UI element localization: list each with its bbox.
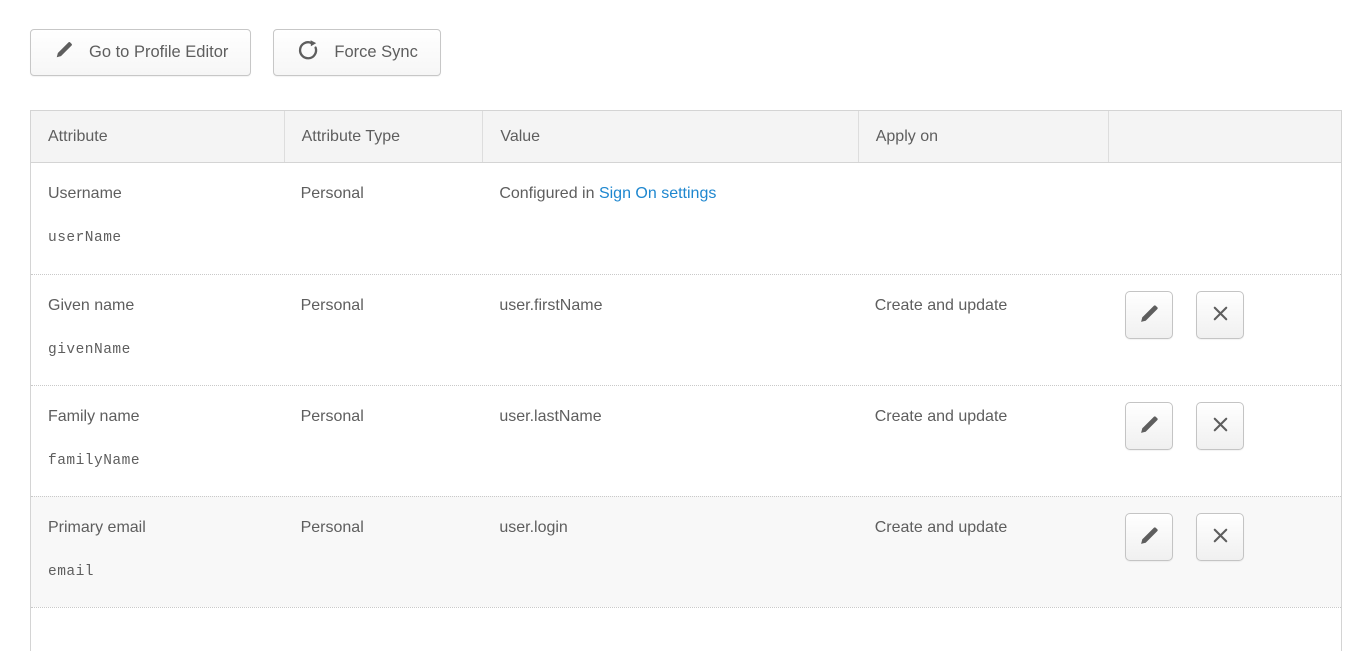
value-cell: user.lastName xyxy=(482,386,857,496)
header-value: Value xyxy=(482,111,857,162)
pencil-icon xyxy=(1137,524,1161,551)
attribute-type-cell: Personal xyxy=(284,275,483,385)
force-sync-label: Force Sync xyxy=(334,43,417,62)
actions-cell xyxy=(1108,386,1341,496)
value-cell: Configured in Sign On settings xyxy=(482,163,857,274)
apply-on-cell xyxy=(858,163,1109,274)
sign-on-settings-link[interactable]: Sign On settings xyxy=(599,185,716,202)
header-apply-on: Apply on xyxy=(858,111,1109,162)
apply-on-cell: Create and update xyxy=(858,275,1109,385)
attribute-cell: Given name givenName xyxy=(31,275,284,385)
header-attribute: Attribute xyxy=(31,111,284,162)
x-icon xyxy=(1209,302,1232,328)
go-to-profile-editor-label: Go to Profile Editor xyxy=(89,43,228,62)
value-prefix: Configured in xyxy=(499,185,599,202)
actions-cell xyxy=(1108,497,1341,607)
header-attribute-type: Attribute Type xyxy=(284,111,483,162)
go-to-profile-editor-button[interactable]: Go to Profile Editor xyxy=(30,29,251,76)
pencil-icon xyxy=(53,39,75,66)
delete-attribute-button[interactable] xyxy=(1196,513,1244,561)
attribute-cell: Family name familyName xyxy=(31,386,284,496)
table-row-username: Username userName Personal Configured in… xyxy=(31,163,1341,274)
x-icon xyxy=(1209,524,1232,550)
pencil-icon xyxy=(1137,413,1161,440)
attribute-label: Given name xyxy=(48,297,267,315)
attribute-variable: email xyxy=(48,564,267,580)
attribute-label: Primary email xyxy=(48,519,267,537)
attribute-mapping-table: Attribute Attribute Type Value Apply on … xyxy=(30,110,1342,651)
edit-attribute-button[interactable] xyxy=(1125,402,1173,450)
force-sync-button[interactable]: Force Sync xyxy=(273,29,440,76)
pencil-icon xyxy=(1137,302,1161,329)
table-header-row: Attribute Attribute Type Value Apply on xyxy=(31,111,1341,163)
actions-cell xyxy=(1108,275,1341,385)
attribute-type-cell: Personal xyxy=(284,163,483,274)
value-cell: user.login xyxy=(482,497,857,607)
x-icon xyxy=(1209,413,1232,439)
attribute-variable: familyName xyxy=(48,453,267,469)
delete-attribute-button[interactable] xyxy=(1196,402,1244,450)
attribute-cell: Username userName xyxy=(31,163,284,274)
header-actions xyxy=(1108,111,1341,162)
apply-on-cell: Create and update xyxy=(858,386,1109,496)
attribute-variable: givenName xyxy=(48,342,267,358)
refresh-icon xyxy=(296,38,320,67)
edit-attribute-button[interactable] xyxy=(1125,291,1173,339)
attribute-type-cell: Personal xyxy=(284,497,483,607)
delete-attribute-button[interactable] xyxy=(1196,291,1244,339)
attribute-label: Family name xyxy=(48,408,267,426)
table-row-family-name: Family name familyName Personal user.las… xyxy=(31,385,1341,496)
edit-attribute-button[interactable] xyxy=(1125,513,1173,561)
table-row-given-name: Given name givenName Personal user.first… xyxy=(31,274,1341,385)
value-cell: user.firstName xyxy=(482,275,857,385)
attribute-label: Username xyxy=(48,185,267,203)
attribute-variable: userName xyxy=(48,230,267,246)
attribute-type-cell: Personal xyxy=(284,386,483,496)
toolbar: Go to Profile Editor Force Sync xyxy=(30,29,441,76)
apply-on-cell: Create and update xyxy=(858,497,1109,607)
attribute-cell: Primary email email xyxy=(31,497,284,607)
actions-cell-empty xyxy=(1108,163,1341,274)
table-row-partial xyxy=(31,607,1341,651)
table-row-primary-email: Primary email email Personal user.login … xyxy=(31,496,1341,607)
